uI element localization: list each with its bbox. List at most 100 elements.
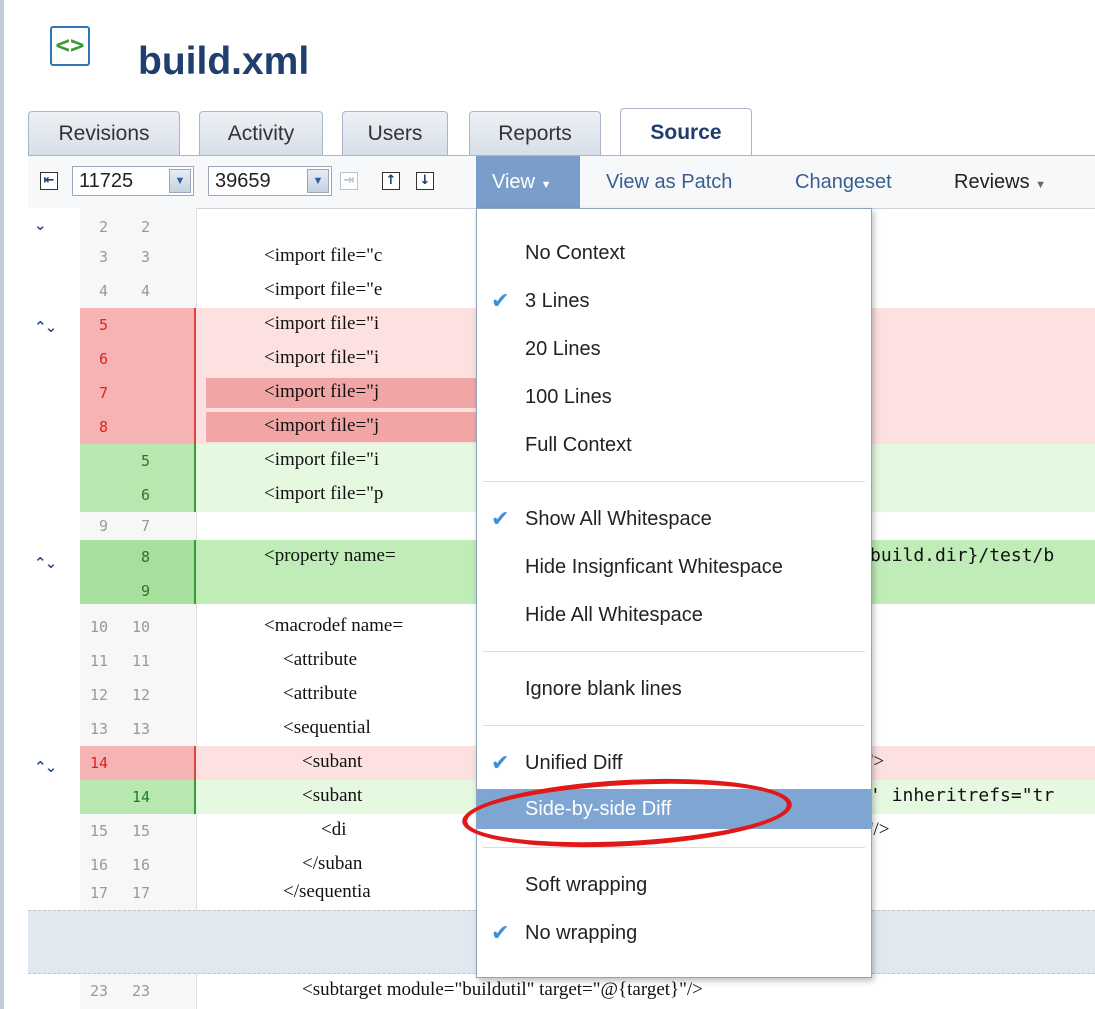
dropdown-caret-icon: ▼	[1035, 179, 1047, 191]
new-line-number: 5	[140, 452, 150, 470]
menu-item-label: Hide All Whitespace	[525, 604, 703, 626]
dropdown-caret-icon: ▼	[540, 179, 552, 191]
menu-item-hide-insignificant-whitespace[interactable]: Hide Insignficant Whitespace	[477, 547, 871, 587]
code-line-tail: '>	[870, 751, 885, 772]
first-revision-icon[interactable]: ⇤	[40, 172, 58, 190]
new-line-number: 15	[131, 822, 150, 840]
tab-activity[interactable]: Activity	[199, 111, 323, 156]
menu-item-no-context[interactable]: No Context	[477, 233, 871, 273]
new-line-number: 16	[131, 856, 150, 874]
window-left-border	[0, 0, 4, 1009]
menu-separator	[483, 725, 865, 726]
menu-separator	[483, 847, 865, 848]
menu-item-20-lines[interactable]: 20 Lines	[477, 329, 871, 369]
new-line-number: 13	[131, 720, 150, 738]
menu-item-label: Show All Whitespace	[525, 508, 712, 530]
checkmark-icon: ✔	[491, 750, 510, 775]
old-line-number: 14	[89, 754, 108, 772]
menu-item-soft-wrapping[interactable]: Soft wrapping	[477, 865, 871, 905]
new-line-number: 12	[131, 686, 150, 704]
new-line-number: 3	[140, 248, 150, 266]
menu-item-label: Soft wrapping	[525, 874, 648, 896]
next-change-icon[interactable]: ↓	[416, 172, 434, 190]
old-line-number: 2	[98, 218, 108, 236]
diff-row: 23 23 <subtarget module="buildutil" targ…	[80, 974, 1095, 1008]
old-line-number: 6	[98, 350, 108, 368]
from-revision-select[interactable]: 11725 ▼	[72, 166, 194, 196]
code-line: <import file="i	[264, 449, 380, 470]
code-line: <attribute	[264, 683, 362, 704]
code-line: <attribute	[264, 649, 362, 670]
new-line-number: 6	[140, 486, 150, 504]
previous-change-icon[interactable]: ↑	[382, 172, 400, 190]
expand-both-icon[interactable]: ⌃⌄	[34, 758, 57, 776]
menu-item-label: 20 Lines	[525, 338, 601, 360]
menu-item-label: Unified Diff	[525, 752, 623, 774]
menu-item-label: Ignore blank lines	[525, 678, 682, 700]
new-line-number: 2	[140, 218, 150, 236]
to-revision-select[interactable]: 39659 ▼	[208, 166, 332, 196]
new-line-number: 9	[140, 582, 150, 600]
new-line-number: 14	[131, 788, 150, 806]
old-line-number: 8	[98, 418, 108, 436]
menu-item-label: No Context	[525, 242, 626, 264]
tab-source[interactable]: Source	[620, 108, 752, 157]
tab-users[interactable]: Users	[342, 111, 448, 156]
new-line-number: 10	[131, 618, 150, 636]
menu-item-label: No wrapping	[525, 922, 638, 944]
chevron-down-icon: ▼	[307, 169, 329, 193]
page-title: build.xml	[138, 40, 310, 83]
to-revision-value: 39659	[215, 170, 271, 192]
old-line-number: 12	[89, 686, 108, 704]
reviews-menu[interactable]: Reviews ▼	[954, 171, 1046, 194]
view-menu-button[interactable]: View ▼	[476, 156, 580, 208]
code-line: <subtarget module="buildutil" target="@{…	[264, 979, 703, 1000]
expand-down-icon[interactable]: ⌄	[34, 216, 47, 234]
menu-item-label: 3 Lines	[525, 290, 590, 312]
expand-both-icon[interactable]: ⌃⌄	[34, 554, 57, 572]
expand-both-icon[interactable]: ⌃⌄	[34, 318, 57, 336]
tab-reports[interactable]: Reports	[469, 111, 601, 156]
xml-code-icon: <>	[50, 26, 90, 66]
old-line-number: 15	[89, 822, 108, 840]
old-line-number: 16	[89, 856, 108, 874]
menu-item-label: Full Context	[525, 434, 632, 456]
menu-item-hide-all-whitespace[interactable]: Hide All Whitespace	[477, 595, 871, 635]
checkmark-icon: ✔	[491, 288, 510, 313]
new-line-number: 4	[140, 282, 150, 300]
new-line-number: 23	[131, 982, 150, 1000]
checkmark-icon: ✔	[491, 920, 510, 945]
code-line: <import file="j	[264, 415, 380, 436]
menu-item-full-context[interactable]: Full Context	[477, 425, 871, 465]
code-line: <sequential	[264, 717, 371, 738]
chevron-down-icon: ▼	[169, 169, 191, 193]
menu-separator	[483, 651, 865, 652]
checkmark-icon: ✔	[491, 506, 510, 531]
old-line-number: 23	[89, 982, 108, 1000]
menu-item-3-lines[interactable]: ✔ 3 Lines	[477, 281, 871, 321]
code-line: <import file="i	[264, 313, 380, 334]
old-line-number: 4	[98, 282, 108, 300]
new-line-number: 7	[140, 517, 150, 535]
old-line-number: 5	[98, 316, 108, 334]
menu-item-ignore-blank-lines[interactable]: Ignore blank lines	[477, 669, 871, 709]
new-line-number: 17	[131, 884, 150, 902]
new-line-number: 8	[140, 548, 150, 566]
code-line: <import file="e	[264, 279, 383, 300]
menu-item-show-all-whitespace[interactable]: ✔ Show All Whitespace	[477, 499, 871, 539]
old-line-number: 11	[89, 652, 108, 670]
old-line-number: 7	[98, 384, 108, 402]
menu-separator	[483, 481, 865, 482]
old-line-number: 3	[98, 248, 108, 266]
code-line: <import file="c	[264, 245, 383, 266]
code-line: <import file="i	[264, 347, 380, 368]
menu-item-unified-diff[interactable]: ✔ Unified Diff	[477, 743, 871, 783]
menu-item-no-wrapping[interactable]: ✔ No wrapping	[477, 913, 871, 953]
view-as-patch-link[interactable]: View as Patch	[606, 171, 732, 194]
view-label: View	[492, 171, 535, 193]
changeset-link[interactable]: Changeset	[795, 171, 892, 194]
menu-item-label: 100 Lines	[525, 386, 612, 408]
code-line: </suban	[264, 853, 363, 874]
menu-item-100-lines[interactable]: 100 Lines	[477, 377, 871, 417]
tab-revisions[interactable]: Revisions	[28, 111, 180, 156]
